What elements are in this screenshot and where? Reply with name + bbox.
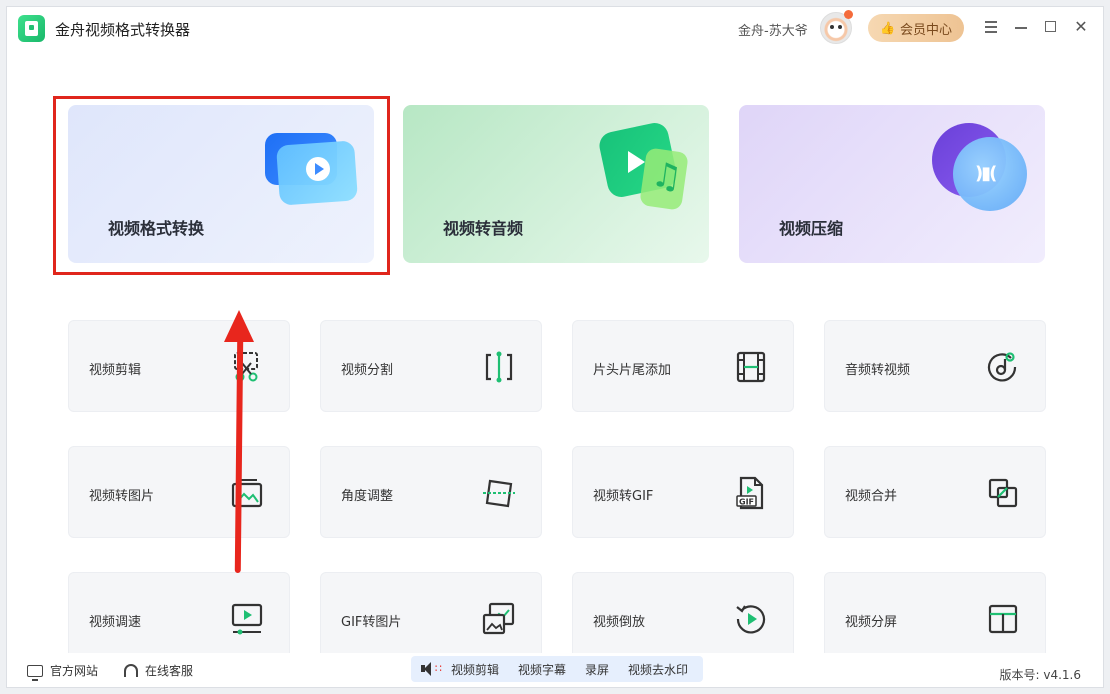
card-label: 视频格式转换 xyxy=(108,219,205,238)
official-site-link[interactable]: 官方网站 xyxy=(27,662,99,681)
username[interactable]: 金舟-苏大爷 xyxy=(738,20,808,39)
audio-note-icon xyxy=(987,352,1017,382)
rotate-frame-icon xyxy=(483,479,515,508)
gif-image-icon xyxy=(482,602,515,635)
vip-label: 会员中心 xyxy=(899,22,952,38)
headset-icon xyxy=(124,664,138,677)
tool-video-to-image[interactable]: 视频转图片 xyxy=(68,446,290,538)
card-video-compress[interactable]: )▮( 视频压缩 xyxy=(739,105,1045,263)
tool-label: 视频转GIF xyxy=(593,489,654,504)
merge-icon xyxy=(988,478,1018,508)
tool-label: 视频转图片 xyxy=(89,489,155,504)
maximize-icon[interactable] xyxy=(1041,17,1061,37)
card-label: 视频转音频 xyxy=(443,219,524,238)
image-icon xyxy=(231,479,263,508)
promo-bar: ∷ 视频剪辑 视频字幕 录屏 视频去水印 xyxy=(411,656,703,682)
menu-icon[interactable] xyxy=(981,17,1001,37)
app-title: 金舟视频格式转换器 xyxy=(55,21,191,39)
tool-video-merge[interactable]: 视频合并 xyxy=(824,446,1046,538)
split-icon xyxy=(485,351,513,383)
tool-audio-to-video[interactable]: 音频转视频 xyxy=(824,320,1046,412)
vip-center-button[interactable]: 👍 会员中心 xyxy=(868,14,964,42)
thumbs-up-icon: 👍 xyxy=(880,21,895,35)
version-label: 版本号: v4.1.6 xyxy=(999,668,1082,682)
app-logo-icon xyxy=(18,15,45,42)
scissors-icon xyxy=(234,352,258,382)
tool-gif-to-image[interactable]: GIF转图片 xyxy=(320,572,542,664)
speed-monitor-icon xyxy=(231,603,263,635)
service-label: 在线客服 xyxy=(145,664,194,678)
tool-label: 视频倒放 xyxy=(593,615,646,630)
card-label: 视频压缩 xyxy=(779,219,844,238)
tool-label: 视频调速 xyxy=(89,615,142,630)
close-icon[interactable]: ✕ xyxy=(1071,17,1091,37)
tool-label: 视频分割 xyxy=(341,363,394,378)
split-screen-icon xyxy=(988,604,1018,634)
tool-label: 视频合并 xyxy=(845,489,898,504)
tool-label: 音频转视频 xyxy=(845,363,911,378)
minimize-icon[interactable] xyxy=(1011,17,1031,37)
tool-label: 视频分屏 xyxy=(845,615,898,630)
tool-label: 角度调整 xyxy=(341,489,394,504)
tool-video-speed[interactable]: 视频调速 xyxy=(68,572,290,664)
card-video-to-audio[interactable]: 视频转音频 xyxy=(403,105,709,263)
svg-text:GIF: GIF xyxy=(739,498,754,507)
tool-label: 视频剪辑 xyxy=(89,363,142,378)
tool-split-screen[interactable]: 视频分屏 xyxy=(824,572,1046,664)
promo-link-video-edit[interactable]: 视频剪辑 xyxy=(451,661,499,678)
avatar[interactable] xyxy=(820,10,853,44)
film-strip-icon xyxy=(736,351,766,383)
online-service-link[interactable]: 在线客服 xyxy=(124,662,193,679)
speaker-icon xyxy=(421,662,433,676)
tool-label: 片头片尾添加 xyxy=(593,363,672,378)
tool-video-to-gif[interactable]: 视频转GIF GIF xyxy=(572,446,794,538)
tool-label: GIF转图片 xyxy=(341,615,402,630)
tool-intro-outro[interactable]: 片头片尾添加 xyxy=(572,320,794,412)
tool-video-reverse[interactable]: 视频倒放 xyxy=(572,572,794,664)
play-icon xyxy=(306,157,330,181)
tool-angle-adjust[interactable]: 角度调整 xyxy=(320,446,542,538)
tool-video-split[interactable]: 视频分割 xyxy=(320,320,542,412)
promo-link-watermark[interactable]: 视频去水印 xyxy=(628,661,688,678)
app-window: 金舟视频格式转换器 金舟-苏大爷 👍 会员中心 ✕ 视频格式转换 视频转音频 )… xyxy=(6,6,1104,688)
monitor-icon xyxy=(27,664,43,681)
annotation-arrow-head xyxy=(224,310,254,342)
gif-file-icon: GIF xyxy=(736,476,764,510)
reverse-play-icon xyxy=(736,605,766,634)
promo-link-subtitle[interactable]: 视频字幕 xyxy=(518,661,566,678)
tool-video-edit[interactable]: 视频剪辑 xyxy=(68,320,290,412)
card-video-format-convert[interactable]: 视频格式转换 xyxy=(68,105,374,263)
site-label: 官方网站 xyxy=(50,664,99,678)
footer: 官方网站 在线客服 ∷ 视频剪辑 视频字幕 录屏 视频去水印 版本号: v4.1… xyxy=(7,653,1103,687)
title-bar: 金舟视频格式转换器 金舟-苏大爷 👍 会员中心 ✕ xyxy=(7,7,1103,49)
promo-link-screen-record[interactable]: 录屏 xyxy=(585,661,609,678)
